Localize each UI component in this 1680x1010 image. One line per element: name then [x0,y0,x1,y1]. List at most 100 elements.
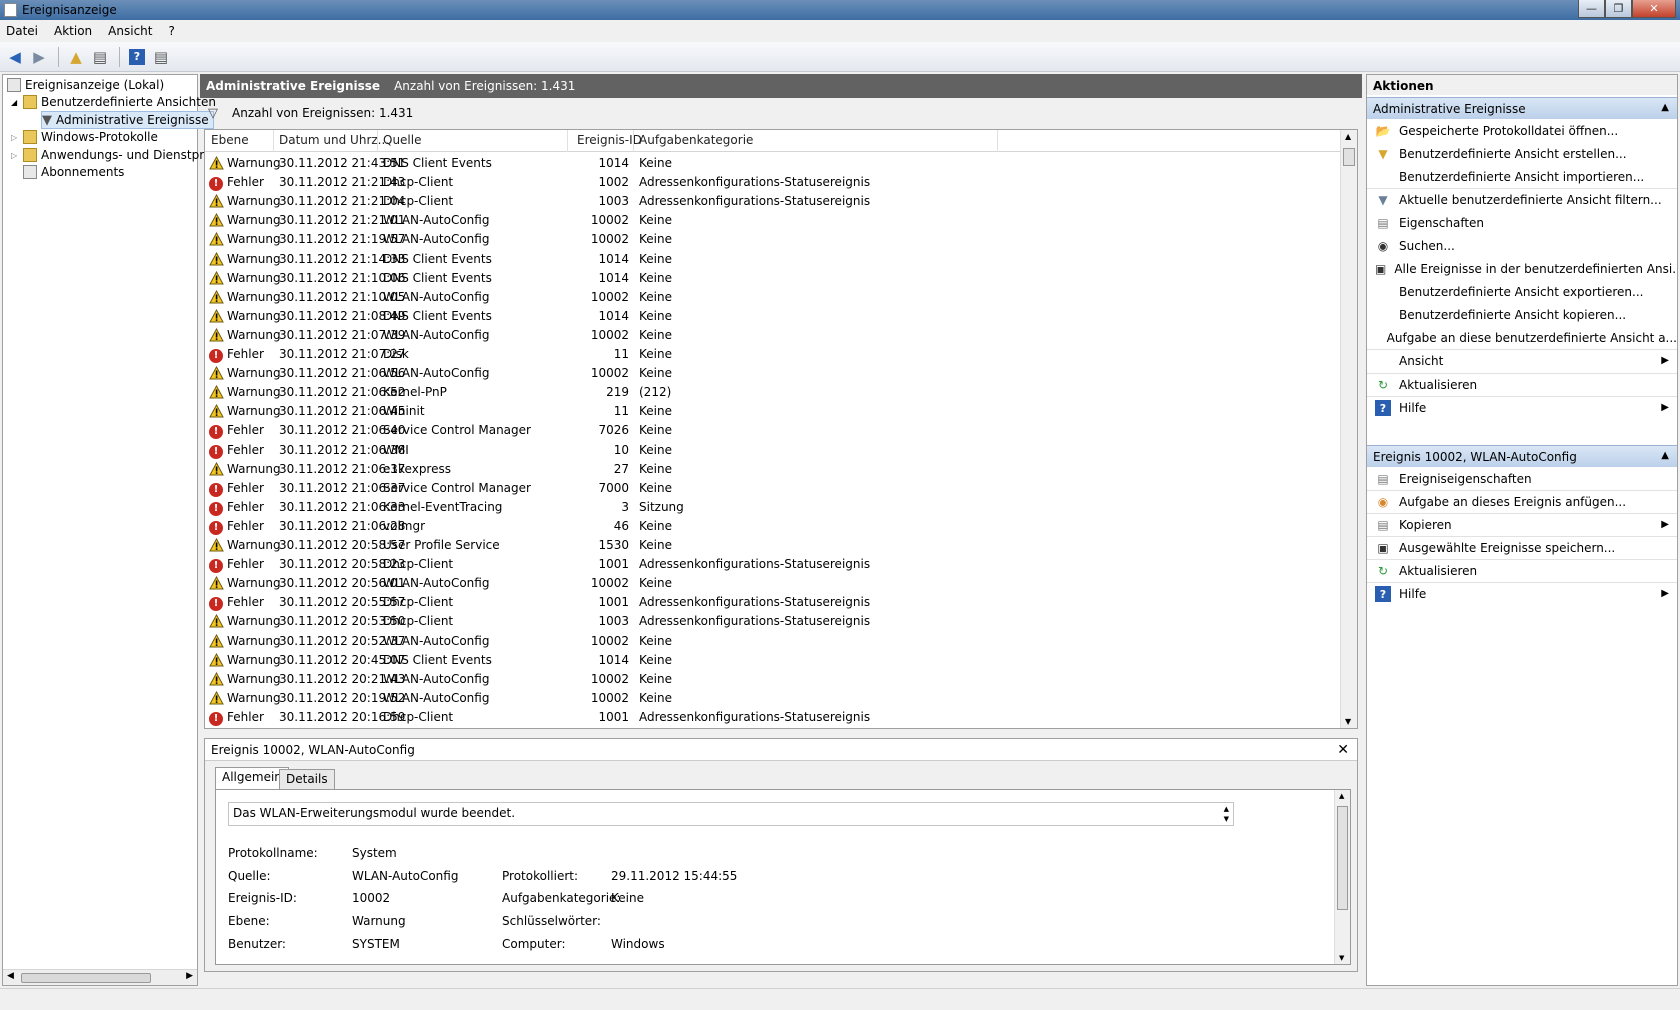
table-row[interactable]: Warnung 30.11.2012 21:08:49 DNS Client Eve… [205,307,1341,326]
cell-event-id: 1014 [598,308,629,323]
warning-icon [209,270,224,288]
table-row[interactable]: ! Fehler 30.11.2012 21:06:28 volmgr 46 Keine [205,517,1341,536]
action-item[interactable]: ▤ Ereigniseigenschaften [1367,467,1677,490]
table-row[interactable]: Warnung 30.11.2012 21:06:37 e1kexpress 27 Ke… [205,460,1341,479]
table-row[interactable]: ! Fehler 30.11.2012 21:07:27 Disk 11 Keine [205,345,1341,364]
table-row[interactable]: Warnung 30.11.2012 21:10:05 WLAN-AutoConfi… [205,288,1341,307]
col-ebene[interactable]: Ebene [211,133,249,149]
action-item[interactable]: ◉ Suchen... [1367,234,1677,257]
table-row[interactable]: Warnung 30.11.2012 21:21:04 Dhcp-Client 100… [205,192,1341,211]
action-item[interactable]: ↻ Aktualisieren [1367,373,1677,396]
cell-level: Warnung [227,366,281,381]
up-folder-icon[interactable]: ▲ [65,46,87,68]
table-row[interactable]: Warnung 30.11.2012 20:21:43 WLAN-AutoConfi… [205,670,1341,689]
action-item[interactable]: ◉ Aufgabe an dieses Ereignis anfügen... [1367,490,1677,513]
actions-pane: Aktionen Administrative Ereignisse ▲ 📂 Ge… [1366,74,1678,986]
col-datum[interactable]: Datum und Uhrz... [279,133,389,149]
table-row[interactable]: Warnung 30.11.2012 20:45:07 DNS Client Eve… [205,651,1341,670]
table-row[interactable]: ! Fehler 30.11.2012 21:21:43 Dhcp-Client 100… [205,173,1341,192]
action-item[interactable]: ▣ Alle Ereignisse in der benutzerdefinier… [1367,257,1677,280]
action-item[interactable]: ? Hilfe ▶ [1367,396,1677,419]
table-row[interactable]: Warnung 30.11.2012 21:06:45 Wininit 11 Keine [205,402,1341,421]
menu-datei[interactable]: Datei [6,24,38,38]
table-row[interactable]: ! Fehler 30.11.2012 21:06:40 Service Contro… [205,421,1341,440]
collapse-triangle-icon[interactable]: ▷ [11,151,23,160]
menu-aktion[interactable]: Aktion [54,24,92,38]
action-item[interactable]: ▤ Eigenschaften [1367,211,1677,234]
table-row[interactable]: Warnung 30.11.2012 21:07:39 WLAN-AutoConfi… [205,326,1341,345]
table-row[interactable]: Warnung 30.11.2012 20:56:01 WLAN-AutoConfi… [205,574,1341,593]
cell-source: WMI [383,442,409,457]
table-row[interactable]: ! Fehler 30.11.2012 21:06:38 WMI 10 Keine [205,441,1341,460]
table-row[interactable]: ! Fehler 30.11.2012 20:16:59 Dhcp-Client 100… [205,708,1341,727]
table-row[interactable]: Warnung 30.11.2012 20:53:50 Dhcp-Client 100… [205,612,1341,631]
value-benutzer: SYSTEM [352,937,400,951]
minimize-button[interactable]: — [1578,0,1605,18]
tab-details[interactable]: Details [279,769,335,789]
tree-item-abonnements[interactable]: Abonnements [23,163,124,181]
action-item[interactable]: ↻ Aktualisieren [1367,559,1677,582]
action-item[interactable]: ▼ Aktuelle benutzerdefinierte Ansicht fil… [1367,188,1677,211]
action-item[interactable]: Benutzerdefinierte Ansicht kopieren... [1367,303,1677,326]
table-row[interactable]: Warnung 30.11.2012 21:10:06 DNS Client Eve… [205,269,1341,288]
action-item[interactable]: Ansicht ▶ [1367,349,1677,372]
tree-item-ereignisanzeige[interactable]: Ereignisanzeige (Lokal) [7,76,164,94]
close-icon[interactable]: ✕ [1337,742,1349,758]
detail-vertical-scrollbar[interactable]: ▲ ▼ [1334,790,1350,964]
action-item[interactable]: ? Hilfe ▶ [1367,582,1677,605]
tree-horizontal-scrollbar[interactable]: ◀ ▶ [3,969,197,985]
action-label: Aktualisieren [1399,564,1478,578]
table-row[interactable]: Warnung 30.11.2012 20:58:57 User Profile S… [205,536,1341,555]
expand-triangle-icon[interactable]: ◢ [11,98,23,107]
table-row[interactable]: Warnung 30.11.2012 21:06:52 Kernel-PnP 219(… [205,383,1341,402]
table-row[interactable]: Warnung 30.11.2012 20:52:37 WLAN-AutoConfi… [205,632,1341,651]
menu-ansicht[interactable]: Ansicht [108,24,152,38]
collapse-up-icon[interactable]: ▲ [1661,102,1669,113]
maximize-button[interactable]: ❐ [1605,0,1632,18]
show-hide-action-pane-icon[interactable]: ▤ [150,46,172,68]
table-row[interactable]: ! Fehler 30.11.2012 20:58:23 Dhcp-Client 100… [205,555,1341,574]
label-aufgabenkategorie: Aufgabenkategorie: [502,891,621,905]
tab-allgemein[interactable]: Allgemein [215,767,289,789]
forward-arrow-icon[interactable]: ▶ [28,46,50,68]
menu-help[interactable]: ? [168,24,174,38]
table-row[interactable]: ! Fehler 30.11.2012 20:55:57 Dhcp-Client 100… [205,593,1341,612]
open-log-icon: 📂 [1375,123,1391,138]
table-row[interactable]: Warnung 30.11.2012 21:21:01 WLAN-AutoConfi… [205,211,1341,230]
table-row[interactable]: Warnung 30.11.2012 21:43:51 DNS Client Eve… [205,154,1341,173]
collapse-triangle-icon[interactable]: ▷ [11,133,23,142]
cell-event-id: 10002 [590,327,629,342]
tree-item-windows-protokolle[interactable]: ▷ Windows-Protokolle [11,128,158,146]
table-vertical-scrollbar[interactable]: ▲ ▼ [1340,130,1357,728]
back-arrow-icon[interactable]: ◀ [4,46,26,68]
action-item[interactable]: Benutzerdefinierte Ansicht importieren..… [1367,165,1677,188]
collapse-up-icon[interactable]: ▲ [1661,450,1669,461]
table-row[interactable]: Warnung 30.11.2012 21:19:57 WLAN-AutoConfi… [205,230,1341,249]
table-row[interactable]: Warnung 30.11.2012 21:14:33 DNS Client Eve… [205,250,1341,269]
table-row[interactable]: ! Fehler 30.11.2012 21:06:37 Service Contro… [205,479,1341,498]
action-label: Aufgabe an diese benutzerdefinierte Ansi… [1386,330,1677,345]
col-aufgabenkategorie[interactable]: Aufgabenkategorie [639,133,753,149]
action-item[interactable]: ▤ Kopieren ▶ [1367,513,1677,536]
cell-level: Fehler [227,423,264,438]
help-icon[interactable]: ? [126,46,148,68]
action-item[interactable]: Aufgabe an diese benutzerdefinierte Ansi… [1367,326,1677,349]
col-quelle[interactable]: Quelle [383,133,421,149]
tree-item-administrative-ereignisse[interactable]: ▼ Administrative Ereignisse [41,111,214,129]
action-label: Hilfe [1399,587,1427,601]
table-row[interactable]: Warnung 30.11.2012 21:06:56 WLAN-AutoConfi… [205,364,1341,383]
event-message-box[interactable]: Das WLAN-Erweiterungsmodul wurde beendet… [228,802,1234,826]
actions-section-event[interactable]: Ereignis 10002, WLAN-AutoConfig ▲ [1367,445,1677,467]
table-row[interactable]: ! Fehler 30.11.2012 21:06:33 Kernel-EventTr… [205,498,1341,517]
action-item[interactable]: 📂 Gespeicherte Protokolldatei öffnen... [1367,119,1677,142]
table-row[interactable]: Warnung 30.11.2012 20:19:52 WLAN-AutoConfi… [205,689,1341,708]
action-item[interactable]: ▼ Benutzerdefinierte Ansicht erstellen... [1367,142,1677,165]
tree-item-benutzerdefinierte-ansichten[interactable]: ◢ Benutzerdefinierte Ansichten [11,93,216,111]
action-item[interactable]: ▣ Ausgewählte Ereignisse speichern... [1367,536,1677,559]
message-scroll-arrows-icon[interactable]: ▲ ▼ [1224,804,1229,824]
cell-category: Keine [639,538,672,552]
close-window-button[interactable]: ✕ [1632,0,1676,18]
show-hide-tree-icon[interactable]: ▤ [89,46,111,68]
actions-section-administrative-ereignisse[interactable]: Administrative Ereignisse ▲ [1367,97,1677,119]
action-item[interactable]: Benutzerdefinierte Ansicht exportieren..… [1367,280,1677,303]
